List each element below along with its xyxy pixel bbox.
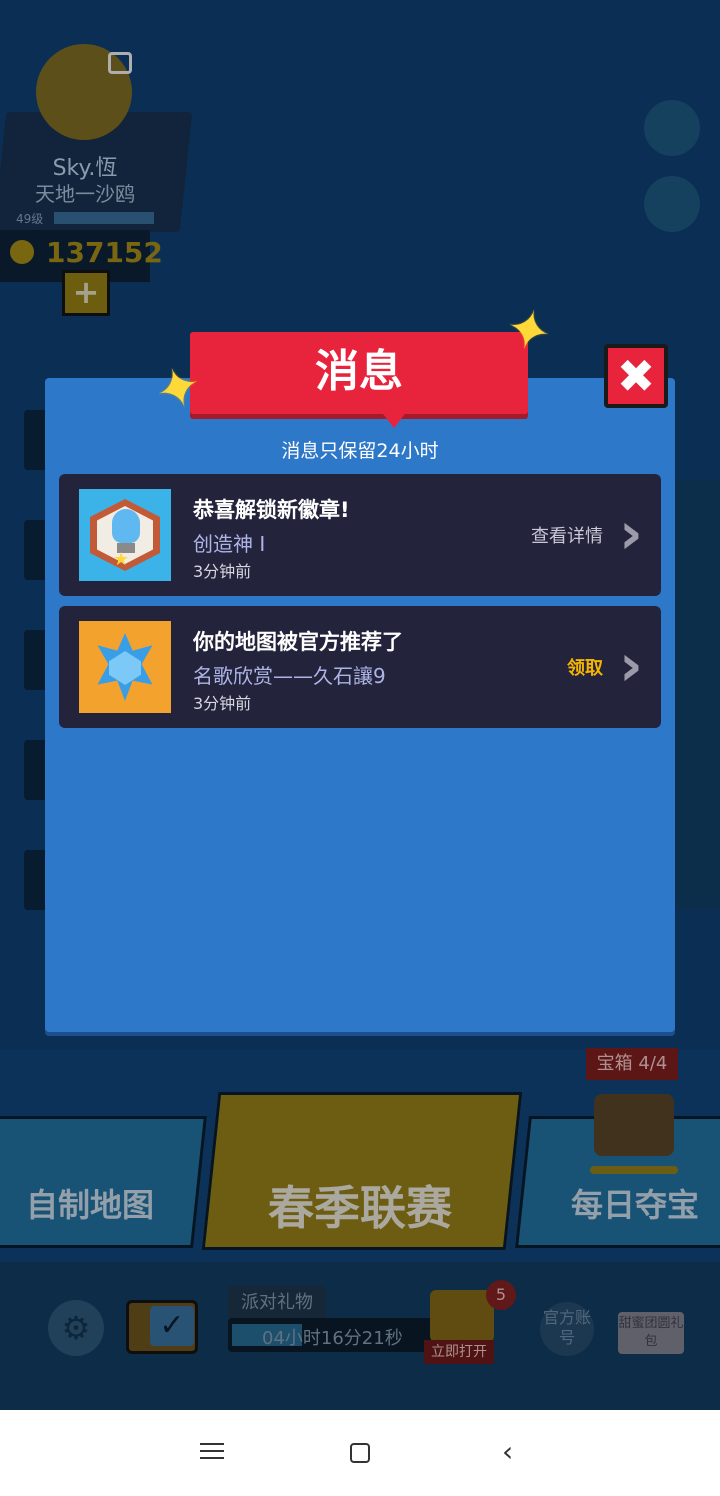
home-icon[interactable]: [350, 1443, 370, 1463]
close-button[interactable]: ✖: [604, 344, 668, 408]
message-title: 恭喜解锁新徽章!: [193, 498, 350, 522]
message-subtitle: 名歌欣赏——久石讓9: [193, 664, 386, 688]
menu-icon[interactable]: [200, 1438, 224, 1468]
chevron-right-icon[interactable]: ›: [611, 504, 651, 566]
close-icon: ✖: [616, 349, 656, 403]
message-item[interactable]: ★ 恭喜解锁新徽章! 创造神 I 3分钟前 查看详情 ›: [59, 474, 661, 596]
view-details-button[interactable]: 查看详情: [531, 522, 603, 548]
banner-tail: [380, 410, 408, 428]
message-item[interactable]: 你的地图被官方推荐了 名歌欣赏——久石讓9 3分钟前 领取 ›: [59, 606, 661, 728]
back-icon[interactable]: ‹: [502, 1436, 513, 1468]
star-icon: ★: [113, 549, 130, 570]
message-subtitle: 创造神 I: [193, 532, 266, 556]
lightbulb-icon: [112, 509, 140, 543]
message-time: 3分钟前: [193, 562, 252, 581]
message-thumbnail: [79, 621, 171, 713]
chevron-right-icon[interactable]: ›: [611, 636, 651, 698]
dialog-title: 消息: [315, 346, 403, 397]
message-time: 3分钟前: [193, 694, 252, 713]
claim-button[interactable]: 领取: [567, 654, 603, 680]
retention-notice: 消息只保留24小时: [281, 440, 439, 462]
message-thumbnail: ★: [79, 489, 171, 581]
message-title: 你的地图被官方推荐了: [193, 630, 403, 654]
